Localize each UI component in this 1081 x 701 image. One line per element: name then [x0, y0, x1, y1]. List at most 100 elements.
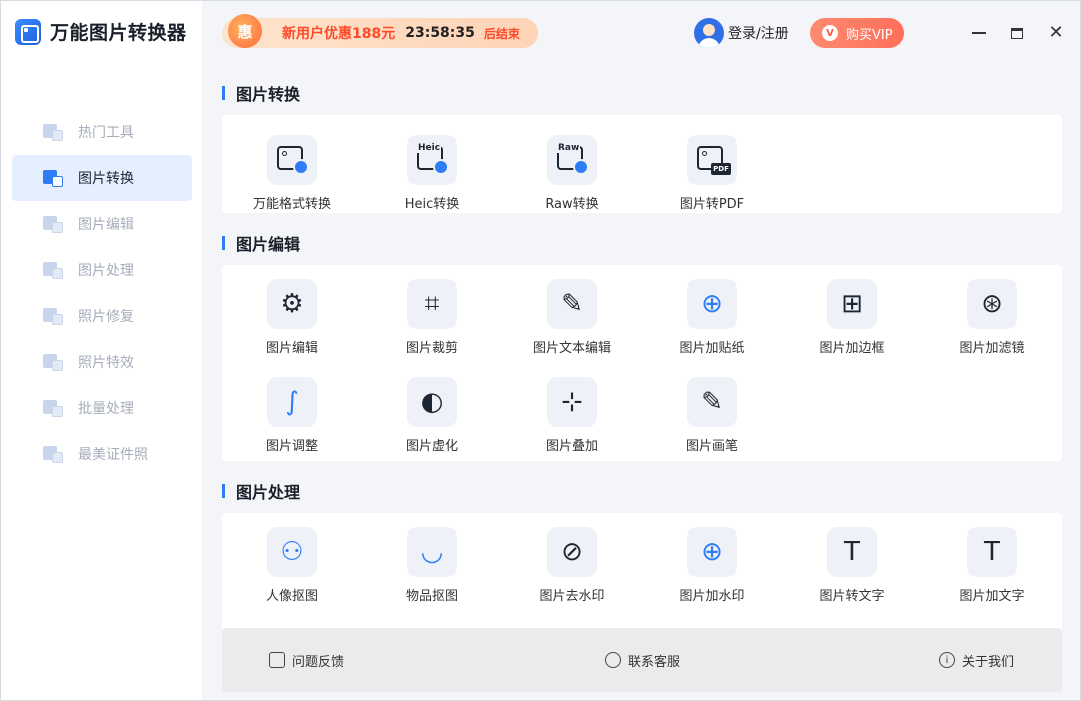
text-edit-icon: ✎	[547, 279, 597, 329]
blur-icon: ◐	[407, 377, 457, 427]
border-icon: ⊞	[827, 279, 877, 329]
tool-image-edit[interactable]: ⚙ 图片编辑	[222, 279, 362, 356]
promo-banner[interactable]: 惠 新用户优惠188元 23:58:35 后结束	[222, 14, 538, 48]
tool-label: 图片画笔	[685, 439, 738, 454]
grid-icon	[43, 122, 65, 142]
support-link[interactable]: 联系客服	[605, 628, 680, 692]
section-title-edit: 图片编辑	[222, 231, 300, 255]
heic-tag: Heic	[417, 143, 442, 153]
pdf-tag: PDF	[711, 163, 731, 175]
tool-label: 图片调整	[265, 439, 318, 454]
footer-bar: 问题反馈 联系客服 i 关于我们	[222, 628, 1062, 692]
image-settings-icon: ⚙	[267, 279, 317, 329]
sidebar-item-id-photo[interactable]: 最美证件照	[12, 431, 192, 477]
section-title-convert: 图片转换	[222, 81, 300, 105]
minimize-button[interactable]	[967, 21, 991, 45]
close-icon: ✕	[1048, 22, 1064, 43]
minimize-icon	[972, 32, 986, 34]
filter-icon: ⊛	[967, 279, 1017, 329]
portrait-cutout-icon: ⚇	[267, 527, 317, 577]
sidebar-item-label: 最美证件照	[78, 447, 148, 463]
tool-label: 图片转PDF	[679, 197, 745, 212]
avatar-icon	[694, 18, 724, 48]
curve-adjust-icon: ∫	[267, 377, 317, 427]
add-text-icon: T	[967, 527, 1017, 577]
sidebar-item-batch[interactable]: 批量处理	[12, 385, 192, 431]
tool-heic-convert[interactable]: Heic Heic转换	[362, 135, 502, 212]
id-photo-icon	[43, 444, 65, 464]
sidebar-item-image-edit[interactable]: 图片编辑	[12, 201, 192, 247]
photo-effects-icon	[43, 352, 65, 372]
sidebar-item-label: 图片转换	[78, 171, 134, 187]
edit-tools-card: ⚙ 图片编辑 ⌗ 图片裁剪 ✎ 图片文本编辑 ⊕ 图片加贴纸 ⊞ 图片加边框 ⊛…	[222, 265, 1062, 461]
sidebar-item-photo-effects[interactable]: 照片特效	[12, 339, 192, 385]
image-edit-icon	[43, 214, 65, 234]
tool-label: 图片编辑	[265, 341, 318, 356]
photo-repair-icon	[43, 306, 65, 326]
buy-vip-button[interactable]: V 购买VIP	[810, 18, 904, 48]
convert-tools-card: 万能格式转换 Heic Heic转换 Raw Raw转换 PDF 图片转PDF	[222, 115, 1062, 213]
tool-label: 图片加文字	[959, 589, 1025, 604]
tool-label: 图片加滤镜	[959, 341, 1025, 356]
feedback-icon	[269, 652, 285, 668]
tool-add-text[interactable]: T 图片加文字	[922, 527, 1062, 604]
raw-convert-icon: Raw	[547, 135, 597, 185]
tool-image-crop[interactable]: ⌗ 图片裁剪	[362, 279, 502, 356]
feedback-label: 问题反馈	[292, 654, 345, 670]
remove-watermark-icon: ⊘	[547, 527, 597, 577]
tool-image-text-edit[interactable]: ✎ 图片文本编辑	[502, 279, 642, 356]
tool-image-adjust[interactable]: ∫ 图片调整	[222, 377, 362, 454]
image-to-text-icon: T	[827, 527, 877, 577]
tool-object-cutout[interactable]: ◡ 物品抠图	[362, 527, 502, 604]
crop-icon: ⌗	[407, 279, 457, 329]
tool-add-filter[interactable]: ⊛ 图片加滤镜	[922, 279, 1062, 356]
raw-tag: Raw	[557, 143, 581, 153]
sidebar-item-label: 热门工具	[78, 125, 134, 141]
sidebar-item-label: 批量处理	[78, 401, 134, 417]
tool-portrait-cutout[interactable]: ⚇ 人像抠图	[222, 527, 362, 604]
tool-label: 图片转文字	[819, 589, 885, 604]
sidebar-nav: 热门工具 图片转换 图片编辑 图片处理 照片修复 照片特效 批量处理 最美证件照	[12, 109, 192, 477]
tool-image-to-pdf[interactable]: PDF 图片转PDF	[642, 135, 782, 212]
tool-image-brush[interactable]: ✎ 图片画笔	[642, 377, 782, 454]
tool-label: 图片虚化	[405, 439, 458, 454]
image-process-icon	[43, 260, 65, 280]
overlay-icon: ⊹	[547, 377, 597, 427]
universal-convert-icon	[267, 135, 317, 185]
tool-image-to-text[interactable]: T 图片转文字	[782, 527, 922, 604]
sidebar-item-hot-tools[interactable]: 热门工具	[12, 109, 192, 155]
tool-label: 图片去水印	[539, 589, 605, 604]
image-convert-icon	[43, 168, 65, 188]
tool-image-overlay[interactable]: ⊹ 图片叠加	[502, 377, 642, 454]
pdf-convert-icon: PDF	[687, 135, 737, 185]
app-title: 万能图片转换器	[50, 22, 187, 44]
tool-image-blur[interactable]: ◐ 图片虚化	[362, 377, 502, 454]
app-logo-icon	[15, 18, 41, 45]
tool-add-border[interactable]: ⊞ 图片加边框	[782, 279, 922, 356]
main-content: 图片转换 万能格式转换 Heic Heic转换 Raw Raw转换 PDF 图片…	[202, 65, 1080, 700]
tool-universal-convert[interactable]: 万能格式转换	[222, 135, 362, 212]
section-title-process: 图片处理	[222, 479, 300, 503]
about-link[interactable]: i 关于我们	[939, 628, 1014, 692]
tool-label: 人像抠图	[265, 589, 318, 604]
login-label: 登录/注册	[728, 26, 789, 42]
feedback-link[interactable]: 问题反馈	[269, 628, 344, 692]
object-cutout-icon: ◡	[407, 527, 457, 577]
tool-remove-watermark[interactable]: ⊘ 图片去水印	[502, 527, 642, 604]
login-button[interactable]: 登录/注册	[694, 18, 789, 48]
maximize-button[interactable]	[1005, 21, 1029, 45]
tool-label: Raw转换	[545, 197, 599, 212]
close-button[interactable]: ✕	[1044, 21, 1068, 45]
sidebar-item-image-process[interactable]: 图片处理	[12, 247, 192, 293]
promo-text: 新用户优惠188元	[282, 26, 396, 42]
sidebar-item-image-convert[interactable]: 图片转换	[12, 155, 192, 201]
tool-add-watermark[interactable]: ⊕ 图片加水印	[642, 527, 782, 604]
add-watermark-icon: ⊕	[687, 527, 737, 577]
process-tools-card: ⚇ 人像抠图 ◡ 物品抠图 ⊘ 图片去水印 ⊕ 图片加水印 T 图片转文字 T …	[222, 513, 1062, 633]
tool-raw-convert[interactable]: Raw Raw转换	[502, 135, 642, 212]
tool-label: 万能格式转换	[252, 197, 331, 212]
tool-label: 图片加贴纸	[679, 341, 745, 356]
tool-add-sticker[interactable]: ⊕ 图片加贴纸	[642, 279, 782, 356]
tool-label: 图片加水印	[679, 589, 745, 604]
sidebar-item-photo-repair[interactable]: 照片修复	[12, 293, 192, 339]
